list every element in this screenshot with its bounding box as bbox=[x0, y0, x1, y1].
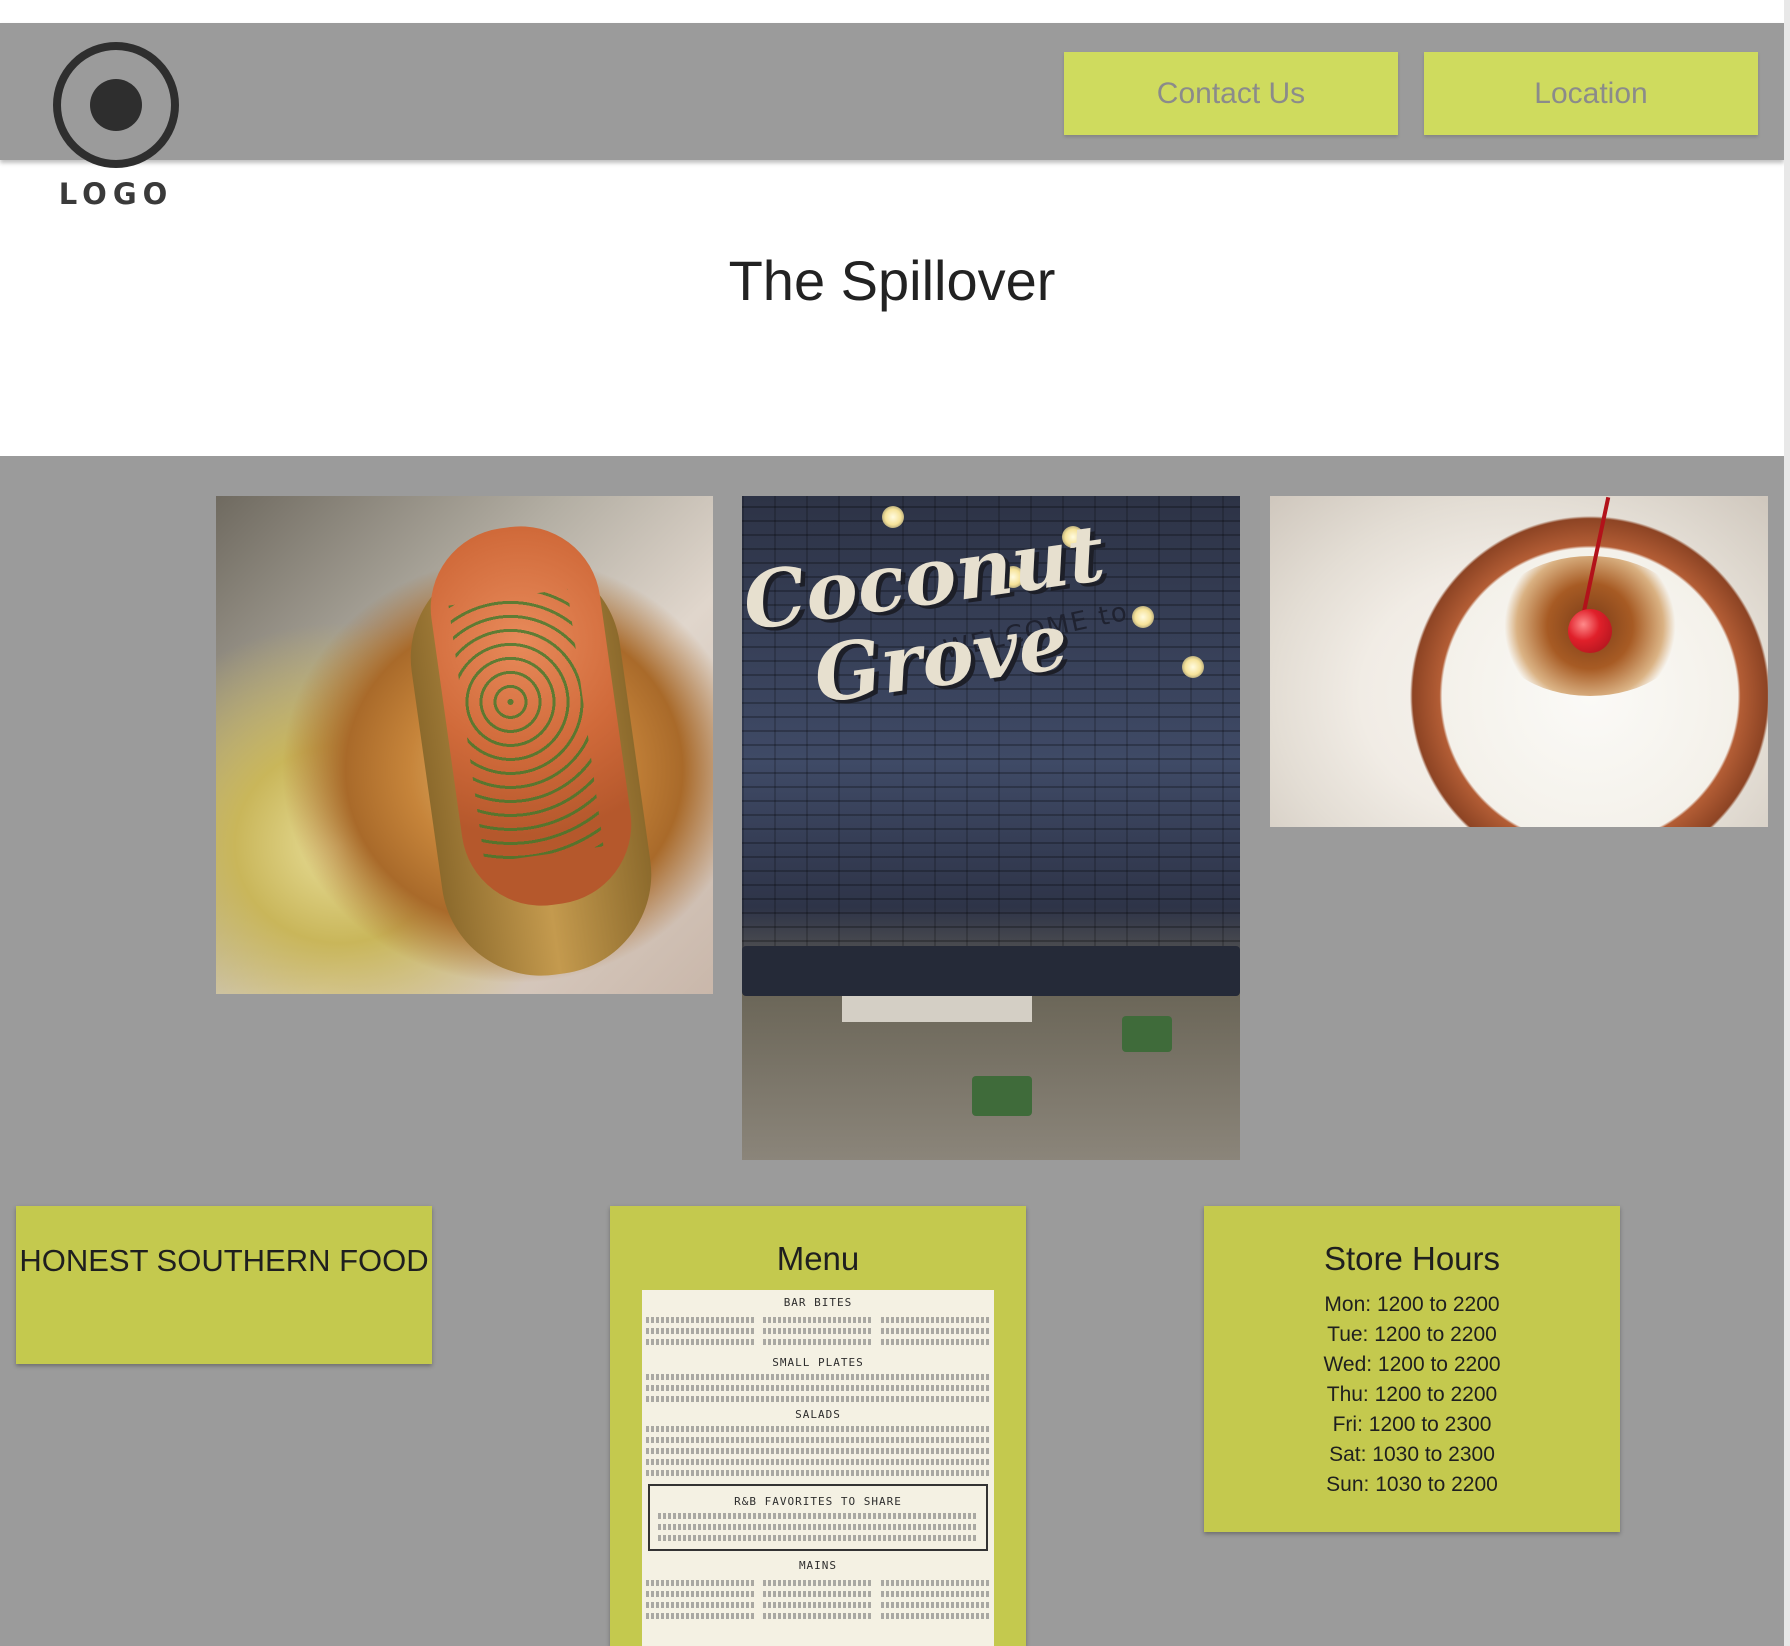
logo-dot bbox=[90, 79, 142, 131]
dessert-photo bbox=[1270, 496, 1768, 827]
menu-section-heading: MAINS bbox=[798, 1559, 838, 1572]
logo-text: LOGO bbox=[58, 177, 174, 211]
contact-us-button[interactable]: Contact Us bbox=[1064, 52, 1398, 135]
menu-title: Menu bbox=[776, 1240, 860, 1277]
hours-row: Wed: 1200 to 2200 bbox=[1323, 1353, 1501, 1376]
window-edge bbox=[1784, 0, 1790, 1646]
booth-shape bbox=[742, 946, 1240, 996]
hours-row: Mon: 1200 to 2200 bbox=[1324, 1293, 1500, 1316]
hours-row: Tue: 1200 to 2200 bbox=[1327, 1323, 1497, 1346]
menu-section-heading: SALADS bbox=[795, 1408, 841, 1421]
menu-section-heading: BAR BITES bbox=[783, 1296, 853, 1309]
menu-section-heading: SMALL PLATES bbox=[772, 1356, 864, 1369]
top-strip bbox=[0, 0, 1790, 23]
tagline-card: HONEST SOUTHERN FOOD bbox=[16, 1206, 432, 1364]
ceiling-lamp-icon bbox=[1132, 606, 1154, 628]
lobster-roll-photo bbox=[216, 496, 713, 994]
page-title: The Spillover bbox=[728, 249, 1056, 312]
ceiling-lamp-icon bbox=[1182, 656, 1204, 678]
chair-shape bbox=[1122, 1016, 1172, 1052]
menu-columns bbox=[642, 1575, 994, 1624]
location-button[interactable]: Location bbox=[1424, 52, 1758, 135]
cherry-shape bbox=[1568, 609, 1612, 653]
store-hours-card: Store Hours Mon: 1200 to 2200 Tue: 1200 … bbox=[1204, 1206, 1620, 1532]
store-hours-title: Store Hours bbox=[1323, 1240, 1501, 1277]
hours-row: Thu: 1200 to 2200 bbox=[1326, 1383, 1498, 1406]
ceiling-lamp-icon bbox=[882, 506, 904, 528]
menu-section-heading: R&B FAVORITES TO SHARE bbox=[734, 1495, 902, 1508]
menu-columns bbox=[642, 1312, 994, 1350]
table-shape bbox=[842, 996, 1032, 1022]
tagline-text: HONEST SOUTHERN FOOD bbox=[19, 1243, 429, 1278]
menu-share-box: R&B FAVORITES TO SHARE bbox=[648, 1484, 988, 1551]
menu-image[interactable]: BAR BITES SMALL PLATES SALADS R&B FAVORI… bbox=[642, 1290, 994, 1646]
menu-card[interactable]: Menu BAR BITES SMALL PLATES SALADS R&B F… bbox=[610, 1206, 1026, 1646]
chair-shape bbox=[972, 1076, 1032, 1116]
restaurant-interior-photo: WELCOME to Coconut Grove bbox=[742, 496, 1240, 1160]
hours-row: Fri: 1200 to 2300 bbox=[1332, 1413, 1492, 1436]
hours-row: Sun: 1030 to 2200 bbox=[1326, 1473, 1498, 1496]
hours-row: Sat: 1030 to 2300 bbox=[1329, 1443, 1495, 1466]
